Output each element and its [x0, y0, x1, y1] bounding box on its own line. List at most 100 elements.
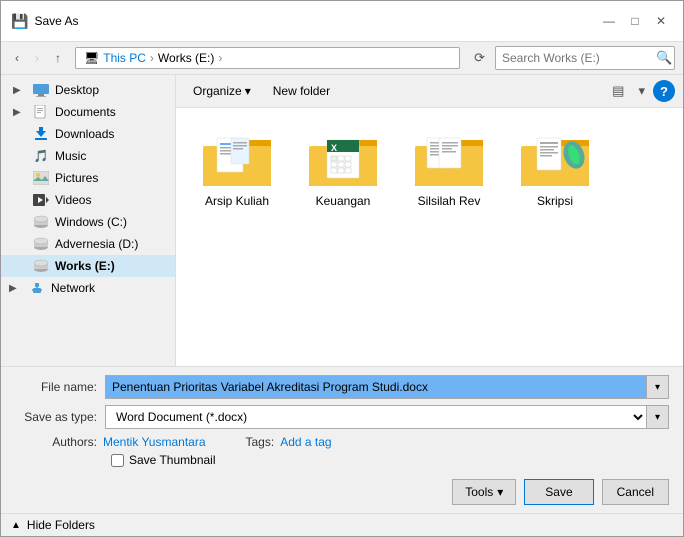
title-bar-controls: — □ ✕: [597, 9, 673, 33]
folder-skripsi[interactable]: Skripsi: [510, 124, 600, 214]
sidebar-label-downloads: Downloads: [55, 127, 114, 141]
filename-dropdown-arrow[interactable]: ▾: [647, 375, 669, 399]
breadcrumb-sep2: ›: [218, 51, 222, 65]
hide-folders-chevron-icon: ▲: [11, 520, 21, 531]
expand-icon-desktop: ▶: [13, 85, 27, 96]
search-icon: 🔍: [656, 50, 672, 66]
sidebar-item-desktop[interactable]: ▶ Desktop: [1, 79, 175, 101]
tags-label: Tags:: [246, 435, 275, 449]
savetype-select[interactable]: Word Document (*.docx): [105, 405, 647, 429]
sidebar-item-downloads[interactable]: Downloads: [1, 123, 175, 145]
folder-thumb-arsip: [201, 130, 273, 190]
sidebar-item-music[interactable]: 🎵 Music: [1, 145, 175, 167]
sidebar: ▶ Desktop ▶ Documents Downloa: [1, 75, 176, 366]
content-area: Arsip Kuliah X: [176, 108, 683, 366]
hide-folders-bar[interactable]: ▲ Hide Folders: [1, 513, 683, 536]
expand-icon-network: ▶: [9, 283, 23, 294]
maximize-button[interactable]: □: [623, 9, 647, 33]
savetype-dropdown-arrow[interactable]: ▾: [647, 405, 669, 429]
search-input[interactable]: [502, 51, 652, 65]
content-panel: Organize ▾ New folder ▤ ▾ ?: [176, 75, 683, 366]
sidebar-label-windows: Windows (C:): [55, 215, 127, 229]
folder-label-silsilah: Silsilah Rev: [418, 194, 481, 208]
navigation-toolbar: ‹ › ↑ 🖥 This PC › Works (E:) › ⟳ 🔍: [1, 42, 683, 75]
breadcrumb-works[interactable]: Works (E:): [158, 51, 214, 65]
folder-label-keuangan: Keuangan: [316, 194, 371, 208]
title-bar-left: 💾 Save As: [11, 13, 78, 30]
documents-icon: [32, 104, 50, 120]
minimize-button[interactable]: —: [597, 9, 621, 33]
save-button[interactable]: Save: [524, 479, 593, 505]
folder-silsilah[interactable]: Silsilah Rev: [404, 124, 494, 214]
sidebar-label-network: Network: [51, 281, 95, 295]
folder-label-skripsi: Skripsi: [537, 194, 573, 208]
refresh-button[interactable]: ⟳: [468, 46, 491, 70]
cancel-button[interactable]: Cancel: [602, 479, 669, 505]
dialog-title: Save As: [34, 14, 78, 28]
organize-dropdown-icon: ▾: [245, 84, 251, 98]
sidebar-item-network[interactable]: ▶ Network: [1, 277, 175, 299]
sidebar-label-music: Music: [55, 149, 86, 163]
tags-value[interactable]: Add a tag: [280, 435, 331, 449]
help-button[interactable]: ?: [653, 80, 675, 102]
sidebar-item-documents[interactable]: ▶ Documents: [1, 101, 175, 123]
thumbnail-row: Save Thumbnail: [15, 453, 669, 467]
expand-icon-documents: ▶: [13, 107, 27, 118]
sidebar-item-advernesia[interactable]: Advernesia (D:): [1, 233, 175, 255]
action-bar: Tools ▾ Save Cancel: [15, 473, 669, 507]
sidebar-label-documents: Documents: [55, 105, 116, 119]
close-button[interactable]: ✕: [649, 9, 673, 33]
works-drive-icon: [32, 258, 50, 274]
authors-value[interactable]: Mentik Yusmantara: [103, 435, 206, 449]
title-bar: 💾 Save As — □ ✕: [1, 1, 683, 42]
sidebar-item-works[interactable]: Works (E:): [1, 255, 175, 277]
new-folder-button[interactable]: New folder: [264, 80, 339, 102]
forward-button[interactable]: ›: [29, 47, 45, 69]
filename-row: File name: ▾: [15, 375, 669, 399]
network-icon: [28, 280, 46, 296]
windows-drive-icon: [32, 214, 50, 230]
savetype-row: Save as type: Word Document (*.docx) ▾: [15, 405, 669, 429]
sidebar-label-videos: Videos: [55, 193, 91, 207]
folder-grid: Arsip Kuliah X: [176, 108, 683, 230]
sidebar-label-desktop: Desktop: [55, 83, 99, 97]
back-button[interactable]: ‹: [9, 47, 25, 69]
content-toolbar-left: Organize ▾ New folder: [184, 80, 339, 102]
organize-button[interactable]: Organize ▾: [184, 80, 260, 102]
sidebar-label-pictures: Pictures: [55, 171, 98, 185]
thumbnail-checkbox[interactable]: [111, 454, 124, 467]
folder-thumb-silsilah: [413, 130, 485, 190]
desktop-icon: [32, 82, 50, 98]
up-button[interactable]: ↑: [49, 47, 67, 69]
sidebar-label-works: Works (E:): [55, 259, 115, 273]
dialog-icon: 💾: [11, 13, 28, 30]
sidebar-item-windows[interactable]: Windows (C:): [1, 211, 175, 233]
breadcrumb-bar[interactable]: 🖥 This PC › Works (E:) ›: [75, 47, 460, 69]
tools-dropdown-icon: ▾: [497, 485, 503, 499]
filename-label: File name:: [15, 380, 105, 394]
folder-thumb-skripsi: [519, 130, 591, 190]
breadcrumb-sep1: ›: [150, 51, 154, 65]
save-as-dialog: 💾 Save As — □ ✕ ‹ › ↑ 🖥 This PC › Works …: [0, 0, 684, 537]
folder-arsip-kuliah[interactable]: Arsip Kuliah: [192, 124, 282, 214]
pictures-icon: [32, 170, 50, 186]
folder-keuangan[interactable]: X Keuan: [298, 124, 388, 214]
thumbnail-label: Save Thumbnail: [129, 453, 216, 467]
downloads-icon: [32, 126, 50, 142]
breadcrumb-thispc[interactable]: This PC: [103, 51, 146, 65]
folder-label-arsip: Arsip Kuliah: [205, 194, 269, 208]
filename-input[interactable]: [105, 375, 647, 399]
view-mode-button[interactable]: ▤: [606, 79, 630, 103]
view-buttons: ▤ ▾ ?: [606, 79, 675, 103]
view-dropdown-button[interactable]: ▾: [632, 79, 651, 103]
main-area: ▶ Desktop ▶ Documents Downloa: [1, 75, 683, 366]
content-toolbar: Organize ▾ New folder ▤ ▾ ?: [176, 75, 683, 108]
search-bar: 🔍: [495, 46, 675, 70]
savetype-label: Save as type:: [15, 410, 105, 424]
videos-icon: [32, 192, 50, 208]
hide-folders-label: Hide Folders: [27, 518, 95, 532]
sidebar-item-videos[interactable]: Videos: [1, 189, 175, 211]
folder-thumb-keuangan: X: [307, 130, 379, 190]
sidebar-item-pictures[interactable]: Pictures: [1, 167, 175, 189]
tools-button[interactable]: Tools ▾: [452, 479, 516, 505]
